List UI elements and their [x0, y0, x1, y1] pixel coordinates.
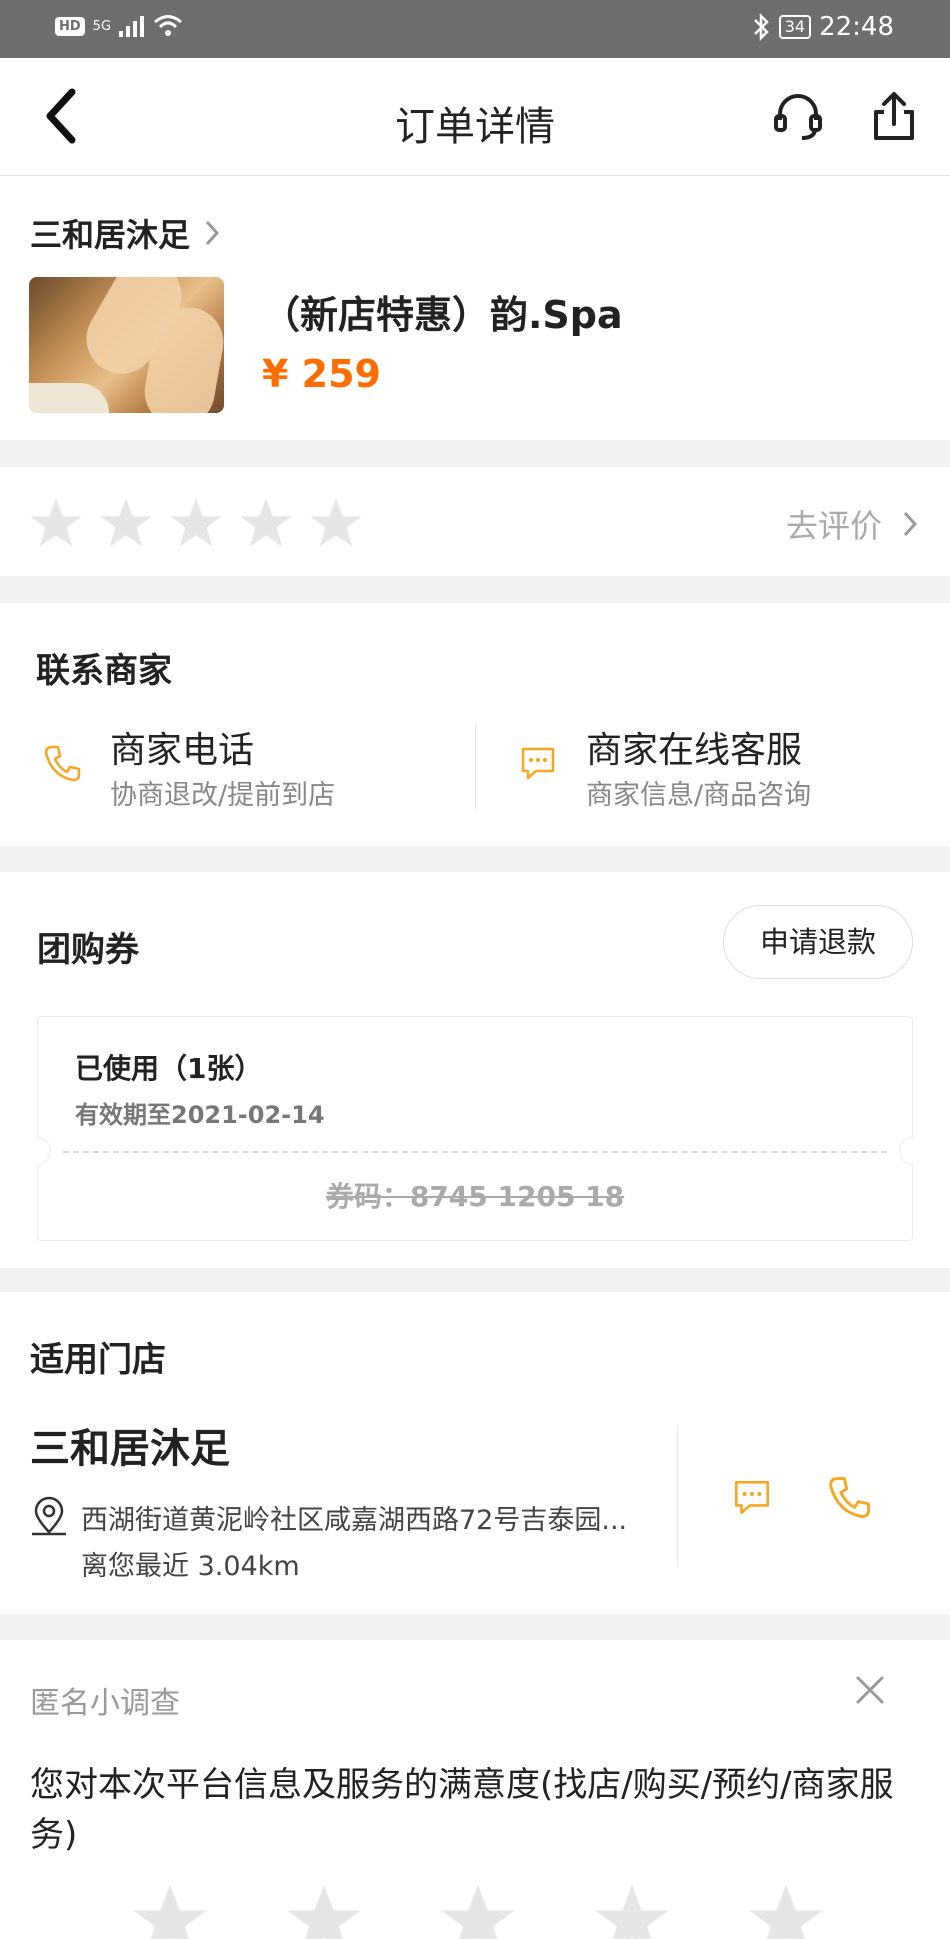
coupon-valid-date: 有效期至2021-02-14 — [75, 1101, 325, 1129]
status-bar: HD 5G 34 22:48 — [0, 0, 950, 58]
nav-bar: 订单详情 — [0, 58, 950, 176]
coupon-ticket: 已使用（1张） 有效期至2021-02-14 券码：8745 1205 18 — [37, 1016, 913, 1241]
star-icon[interactable] — [308, 495, 364, 551]
star-icon[interactable] — [592, 1880, 672, 1939]
status-right: 34 22:48 — [751, 12, 894, 42]
chat-icon[interactable] — [731, 1476, 773, 1518]
ticket-notch-left — [37, 1137, 51, 1165]
group-coupon-card: 团购券 申请退款 已使用（1张） 有效期至2021-02-14 券码：8745 … — [0, 872, 950, 1268]
survey-question: 您对本次平台信息及服务的满意度(找店/购买/预约/商家服务) — [30, 1765, 894, 1855]
store-address[interactable]: 西湖街道黄泥岭社区咸嘉湖西路72号吉泰园... — [81, 1498, 627, 1537]
chevron-right-icon — [205, 220, 220, 246]
phone-icon — [44, 745, 81, 782]
merchant-phone-sub: 协商退改/提前到店 — [110, 780, 336, 811]
coupon-status: 已使用（1张） — [75, 1052, 263, 1085]
close-icon[interactable] — [850, 1670, 890, 1710]
go-review-link[interactable]: 去评价 — [786, 501, 918, 547]
phone-icon[interactable] — [826, 1474, 872, 1520]
star-icon[interactable] — [284, 1880, 364, 1939]
product-image[interactable] — [29, 277, 224, 413]
star-icon[interactable] — [168, 495, 224, 551]
shop-name: 三和居沐足 — [30, 216, 191, 254]
section-title-contact: 联系商家 — [36, 651, 172, 691]
go-review-label: 去评价 — [785, 507, 882, 545]
applicable-store-card: 适用门店 三和居沐足 西湖街道黄泥岭社区咸嘉湖西路72号吉泰园... 离您最近 … — [0, 1292, 950, 1614]
chat-icon — [521, 747, 555, 780]
status-time: 22:48 — [819, 12, 894, 42]
divider — [475, 725, 476, 809]
shop-link[interactable]: 三和居沐足 — [30, 210, 220, 256]
product-price: ¥ 259 — [262, 352, 381, 396]
rating-card: 去评价 — [0, 467, 950, 576]
wifi-icon — [154, 15, 182, 36]
contact-merchant-card: 联系商家 商家电话 协商退改/提前到店 商家在线客服 商家信息/商品咨询 — [0, 603, 950, 846]
store-name[interactable]: 三和居沐足 — [30, 1416, 230, 1474]
coupon-code: 券码：8745 1205 18 — [325, 1180, 625, 1213]
merchant-phone-button[interactable]: 商家电话 协商退改/提前到店 — [42, 721, 462, 811]
merchant-phone-label: 商家电话 — [110, 730, 255, 771]
rating-stars[interactable] — [28, 495, 364, 551]
star-icon[interactable] — [98, 495, 154, 551]
merchant-online-label: 商家在线客服 — [586, 730, 803, 771]
product-title[interactable]: （新店特惠）韵.Spa — [262, 284, 623, 339]
merchant-online-sub: 商家信息/商品咨询 — [586, 780, 812, 811]
merchant-online-service-button[interactable]: 商家在线客服 商家信息/商品咨询 — [518, 721, 928, 811]
survey-card: 匿名小调查 您对本次平台信息及服务的满意度(找店/购买/预约/商家服务) — [0, 1640, 950, 1939]
location-pin-icon — [32, 1496, 66, 1536]
star-icon[interactable] — [238, 495, 294, 551]
star-icon[interactable] — [438, 1880, 518, 1939]
hd-badge: HD — [55, 16, 85, 36]
bluetooth-icon — [753, 13, 769, 41]
section-title-coupon: 团购券 — [37, 930, 139, 970]
ticket-notch-right — [899, 1137, 913, 1165]
chevron-right-icon — [903, 511, 918, 537]
star-icon[interactable] — [28, 495, 84, 551]
signal-icon — [119, 16, 145, 37]
star-icon[interactable] — [130, 1880, 210, 1939]
towel-shape — [29, 383, 109, 413]
divider — [677, 1426, 678, 1566]
status-left: HD 5G — [55, 14, 183, 38]
product-card: 三和居沐足 （新店特惠）韵.Spa ¥ 259 — [0, 176, 950, 440]
survey-stars[interactable] — [130, 1880, 826, 1939]
battery-level: 34 — [778, 15, 812, 39]
ticket-divider — [63, 1151, 887, 1153]
headset-icon[interactable] — [770, 88, 826, 144]
section-title-store: 适用门店 — [30, 1340, 166, 1380]
share-icon[interactable] — [866, 88, 922, 144]
apply-refund-button[interactable]: 申请退款 — [723, 905, 913, 979]
network-label: 5G — [92, 18, 112, 34]
survey-label: 匿名小调查 — [30, 1686, 180, 1721]
store-distance: 离您最近 3.04km — [81, 1551, 300, 1582]
star-icon[interactable] — [746, 1880, 826, 1939]
